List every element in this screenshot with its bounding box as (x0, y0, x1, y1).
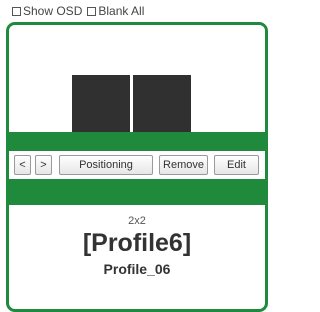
show-osd-option[interactable]: Show OSD (12, 4, 82, 18)
profile-title: [Profile6] (82, 229, 192, 257)
show-osd-label: Show OSD (23, 4, 83, 18)
profile-subtitle: Profile_06 (103, 261, 171, 277)
previous-button[interactable]: < (14, 155, 31, 175)
layout-tile (133, 75, 191, 132)
positioning-button[interactable]: Positioning (59, 155, 153, 175)
layout-label: 2x2 (128, 215, 146, 227)
display-options: Show OSD Blank All (12, 4, 149, 18)
remove-button[interactable]: Remove (159, 155, 208, 175)
profile-toolbar: < > Positioning Remove Edit (9, 151, 265, 179)
layout-tile (72, 75, 130, 132)
accent-band-bottom (9, 179, 265, 205)
layout-preview (9, 25, 265, 132)
next-button[interactable]: > (35, 155, 52, 175)
blank-all-label: Blank All (98, 4, 145, 18)
blank-all-checkbox[interactable] (87, 6, 97, 16)
profile-card: < > Positioning Remove Edit 2x2 [Profile… (6, 22, 268, 312)
show-osd-checkbox[interactable] (12, 6, 21, 16)
accent-band-top (9, 132, 265, 151)
edit-button[interactable]: Edit (214, 155, 259, 175)
blank-all-option[interactable]: Blank All (87, 4, 144, 18)
